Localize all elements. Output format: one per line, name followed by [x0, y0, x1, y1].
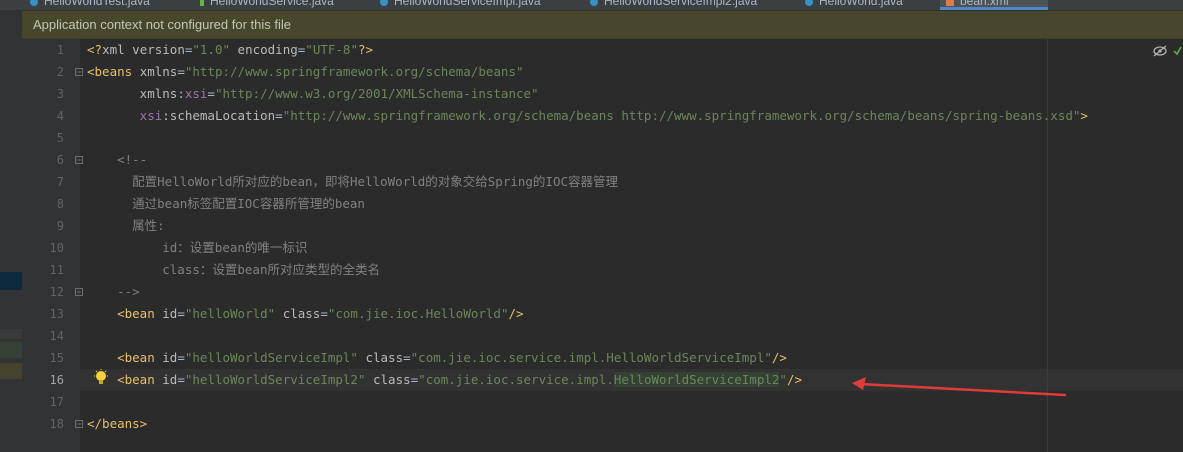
line-number: 7: [56, 175, 64, 189]
tab-helloworldservice[interactable]: HelloWorldService.java: [200, 0, 334, 10]
tab-helloworldtest[interactable]: HelloWorldTest.java: [30, 0, 150, 10]
line-number: 3: [56, 87, 64, 101]
code-line-12: -->: [87, 284, 140, 299]
tab-helloworldserviceimpl2[interactable]: HelloWorldServiceImpl2.java: [590, 0, 757, 10]
code-line-13: <bean id="helloWorld" class="com.jie.ioc…: [87, 306, 524, 321]
context-warning-banner: Application context not configured for t…: [22, 11, 1183, 39]
java-class-icon: [30, 0, 38, 6]
lightbulb-intention-icon[interactable]: [93, 369, 109, 387]
code-line-1: <?xml version="1.0" encoding="UTF-8"?>: [87, 42, 374, 57]
line-number-current: 16: [49, 373, 64, 387]
line-number: 2: [56, 65, 64, 79]
line-number: 10: [49, 241, 64, 255]
line-number: 11: [49, 263, 64, 277]
java-interface-icon: [200, 0, 204, 6]
highlighted-class-name: HelloWorldServiceImpl2: [613, 372, 780, 387]
line-number: 5: [56, 131, 64, 145]
strip-selection-marker: [0, 272, 22, 290]
code-line-9: 属性:: [87, 218, 165, 233]
line-number: 15: [49, 351, 64, 365]
code-line-2: <beans xmlns="http://www.springframework…: [87, 64, 524, 79]
code-line-8: 通过bean标签配置IOC容器所管理的bean: [87, 196, 365, 211]
code-line-18: </beans>: [87, 416, 148, 431]
code-line-7: 配置HelloWorld所对应的bean，即将HelloWorld的对象交给Sp…: [87, 174, 619, 189]
line-number: 6: [56, 153, 64, 167]
line-number: 17: [49, 395, 64, 409]
strip-marker: [0, 363, 22, 379]
red-annotation-arrow-icon: [852, 377, 1067, 397]
code-line-16: <bean id="helloWorldServiceImpl2" class=…: [87, 372, 803, 387]
code-line-3: xmlns:xsi="http://www.w3.org/2001/XMLSch…: [87, 86, 539, 101]
line-number-gutter: 1 2 3 4 5 6 7 8 9 10 11 12 13 14 15 16 1…: [22, 39, 83, 452]
tab-helloworld[interactable]: HelloWorld.java: [805, 0, 903, 10]
strip-marker: [0, 342, 22, 358]
line-number: 14: [49, 329, 64, 343]
line-number: 1: [56, 43, 64, 57]
code-line-10: id：设置bean的唯一标识: [87, 240, 308, 255]
line-number: 8: [56, 197, 64, 211]
line-number: 12: [49, 285, 64, 299]
inspection-status-icon[interactable]: [1152, 44, 1182, 58]
line-number: 9: [56, 219, 64, 233]
strip-marker: [0, 329, 22, 339]
project-tool-strip: [0, 11, 22, 452]
code-line-15: <bean id="helloWorldServiceImpl" class="…: [87, 350, 787, 365]
java-class-icon: [380, 0, 388, 6]
code-line-11: class：设置bean所对应类型的全类名: [87, 262, 380, 277]
java-class-icon: [590, 0, 598, 6]
java-class-icon: [805, 0, 813, 6]
tab-bean-xml[interactable]: bean.xml: [940, 0, 1048, 10]
code-line-6: <!--: [87, 152, 148, 167]
line-number: 13: [49, 307, 64, 321]
editor-tab-bar: HelloWorldTest.java HelloWorldService.ja…: [0, 0, 1183, 11]
line-number: 18: [49, 417, 64, 431]
banner-text: Application context not configured for t…: [33, 17, 291, 32]
line-number: 4: [56, 109, 64, 123]
xml-file-icon: [946, 0, 954, 6]
tab-helloworldserviceimpl[interactable]: HelloWorldServiceImpl.java: [380, 0, 541, 10]
code-line-4: xsi:schemaLocation="http://www.springfra…: [87, 108, 1088, 123]
